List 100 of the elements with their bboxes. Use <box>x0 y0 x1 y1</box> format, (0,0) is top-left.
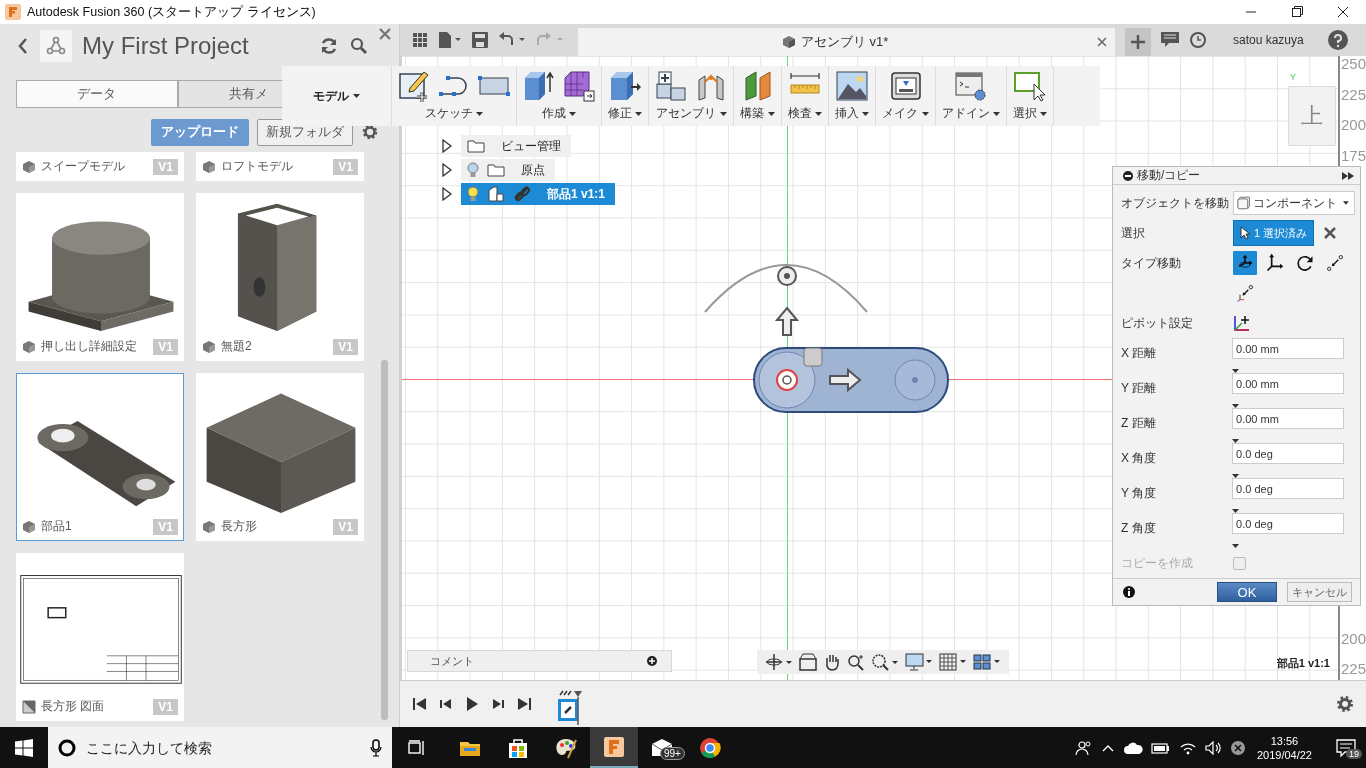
toolbar-group-menu[interactable]: 構築 <box>740 105 775 122</box>
speaker-icon[interactable] <box>1204 740 1223 755</box>
document-tab[interactable]: アセンブリ v1* <box>578 28 1115 56</box>
help-icon[interactable] <box>1327 30 1348 50</box>
microphone-icon[interactable] <box>370 738 382 757</box>
undo-icon[interactable] <box>498 32 526 48</box>
search-icon[interactable] <box>349 36 369 56</box>
look-at-icon[interactable] <box>799 653 817 671</box>
3d-printer-icon[interactable] <box>889 70 922 102</box>
taskbar-app-button[interactable] <box>590 727 638 768</box>
toolbar-group-menu[interactable]: アドイン <box>941 105 1001 122</box>
new-tab-button[interactable] <box>1125 28 1151 56</box>
file-card[interactable]: 押し出し詳細設定 V1 <box>16 193 184 361</box>
cancel-button[interactable]: キャンセル <box>1287 582 1352 602</box>
file-card[interactable]: 長方形 図面 V1 <box>16 553 184 721</box>
search-input[interactable]: ここに入力して検索 <box>84 738 304 757</box>
file-card[interactable]: ロフトモデル V1 <box>196 152 364 181</box>
start-icon[interactable] <box>15 738 33 757</box>
add-comment-icon[interactable] <box>647 656 657 666</box>
fit-zoom-icon[interactable] <box>871 653 899 671</box>
toolbar-group-menu[interactable]: スケッチ <box>424 105 484 122</box>
light-bulb-icon[interactable] <box>467 162 479 178</box>
timeline-settings-icon[interactable] <box>1336 695 1354 713</box>
expand-panel-icon[interactable] <box>1342 171 1354 180</box>
settings-icon[interactable] <box>361 123 379 141</box>
value-input[interactable]: 0.00 mm <box>1232 408 1345 429</box>
user-name[interactable]: satou kazuya <box>1233 33 1304 47</box>
collapse-icon[interactable] <box>1123 170 1133 181</box>
value-input[interactable]: 0.0 deg <box>1232 513 1345 534</box>
right-arrow-handle[interactable] <box>829 367 862 393</box>
play-icon[interactable] <box>464 696 480 712</box>
cloud-icon[interactable] <box>1122 740 1143 755</box>
task-view-icon[interactable] <box>408 739 426 756</box>
app-grid-icon[interactable] <box>412 32 428 48</box>
up-arrow-handle[interactable] <box>774 306 800 336</box>
viewports-icon[interactable] <box>973 653 1001 671</box>
mesh-box-icon[interactable] <box>563 70 595 102</box>
plane-handle[interactable] <box>803 347 823 367</box>
press-pull-icon[interactable] <box>609 70 642 102</box>
expand-icon[interactable] <box>442 139 452 153</box>
last-step-icon[interactable] <box>516 696 532 712</box>
notification-button[interactable]: 19 <box>1326 727 1366 768</box>
selection-box-icon[interactable] <box>1014 70 1047 102</box>
clock-time[interactable]: 13:56 <box>1270 733 1299 748</box>
free-move-icon[interactable] <box>1233 251 1257 275</box>
back-icon[interactable] <box>16 36 30 56</box>
first-step-icon[interactable] <box>412 696 428 712</box>
clock-date[interactable]: 2019/04/22 <box>1256 747 1312 762</box>
insert-image-icon[interactable] <box>836 70 869 102</box>
refresh-icon[interactable] <box>319 36 339 56</box>
next-step-icon[interactable] <box>490 696 506 712</box>
extrude-box-icon[interactable] <box>523 70 555 102</box>
data-tab[interactable]: データ <box>16 80 178 108</box>
grid-settings-icon[interactable] <box>939 653 967 671</box>
pan-hand-icon[interactable] <box>823 653 841 671</box>
create-sketch-icon[interactable] <box>398 70 430 102</box>
file-icon[interactable] <box>438 32 462 48</box>
value-input[interactable]: 0.0 deg <box>1232 443 1345 464</box>
close-tab-icon[interactable] <box>1097 37 1107 47</box>
taskbar-search-field[interactable]: ここに入力して検索 <box>48 727 392 768</box>
value-input[interactable]: 0.0 deg <box>1232 478 1345 499</box>
toolbar-group-menu[interactable]: 修正 <box>608 105 643 122</box>
file-card[interactable]: 長方形 V1 <box>196 373 364 541</box>
previous-step-icon[interactable] <box>438 696 454 712</box>
battery-icon[interactable] <box>1150 741 1171 754</box>
toolbar-group-menu[interactable]: 検査 <box>787 105 823 122</box>
close-circle-icon[interactable] <box>1230 740 1245 755</box>
new-component-icon[interactable] <box>655 70 688 102</box>
toolbar-group-menu[interactable]: 選択 <box>1013 105 1048 122</box>
info-icon[interactable] <box>1123 586 1135 598</box>
toolbar-group-menu[interactable]: メイク <box>882 105 929 122</box>
expand-icon[interactable] <box>442 163 452 177</box>
zoom-icon[interactable] <box>847 653 865 671</box>
comment-icon[interactable] <box>1161 32 1179 48</box>
taskbar-app-button[interactable]: 99+ <box>638 727 686 768</box>
file-card[interactable]: 部品1 V1 <box>16 373 184 541</box>
save-icon[interactable] <box>472 32 488 48</box>
display-settings-icon[interactable] <box>905 653 933 671</box>
toolbar-group-menu[interactable]: 挿入 <box>835 105 870 122</box>
expand-icon[interactable] <box>442 187 452 201</box>
script-window-icon[interactable] <box>954 70 987 102</box>
file-card[interactable]: スイープモデル V1 <box>16 152 184 181</box>
value-input[interactable]: 0.00 mm <box>1232 338 1345 359</box>
pivot-icon[interactable] <box>1233 314 1251 332</box>
clock-icon[interactable] <box>1189 31 1207 49</box>
ok-button[interactable]: OK <box>1217 582 1277 602</box>
value-input[interactable]: 0.00 mm <box>1232 373 1345 394</box>
light-bulb-icon[interactable] <box>467 186 479 202</box>
toolbar-group-menu[interactable]: アセンブリ <box>656 105 727 122</box>
tree-item[interactable]: ビュー管理 <box>461 135 571 157</box>
timeline-feature-icon[interactable] <box>556 689 584 725</box>
toolbar-group-menu[interactable]: 作成 <box>541 105 577 122</box>
file-card[interactable]: 無題2 V1 <box>196 193 364 361</box>
clear-selection-icon[interactable] <box>1324 227 1337 239</box>
comments-bar[interactable]: コメント <box>407 650 672 672</box>
scrollbar-thumb[interactable] <box>381 360 388 720</box>
rotation-handle[interactable] <box>777 266 797 286</box>
selection-button[interactable]: 1 選択済み <box>1233 220 1315 246</box>
tree-item[interactable]: 部品1 v1:1 <box>461 183 616 205</box>
people-icon[interactable] <box>1074 739 1093 756</box>
